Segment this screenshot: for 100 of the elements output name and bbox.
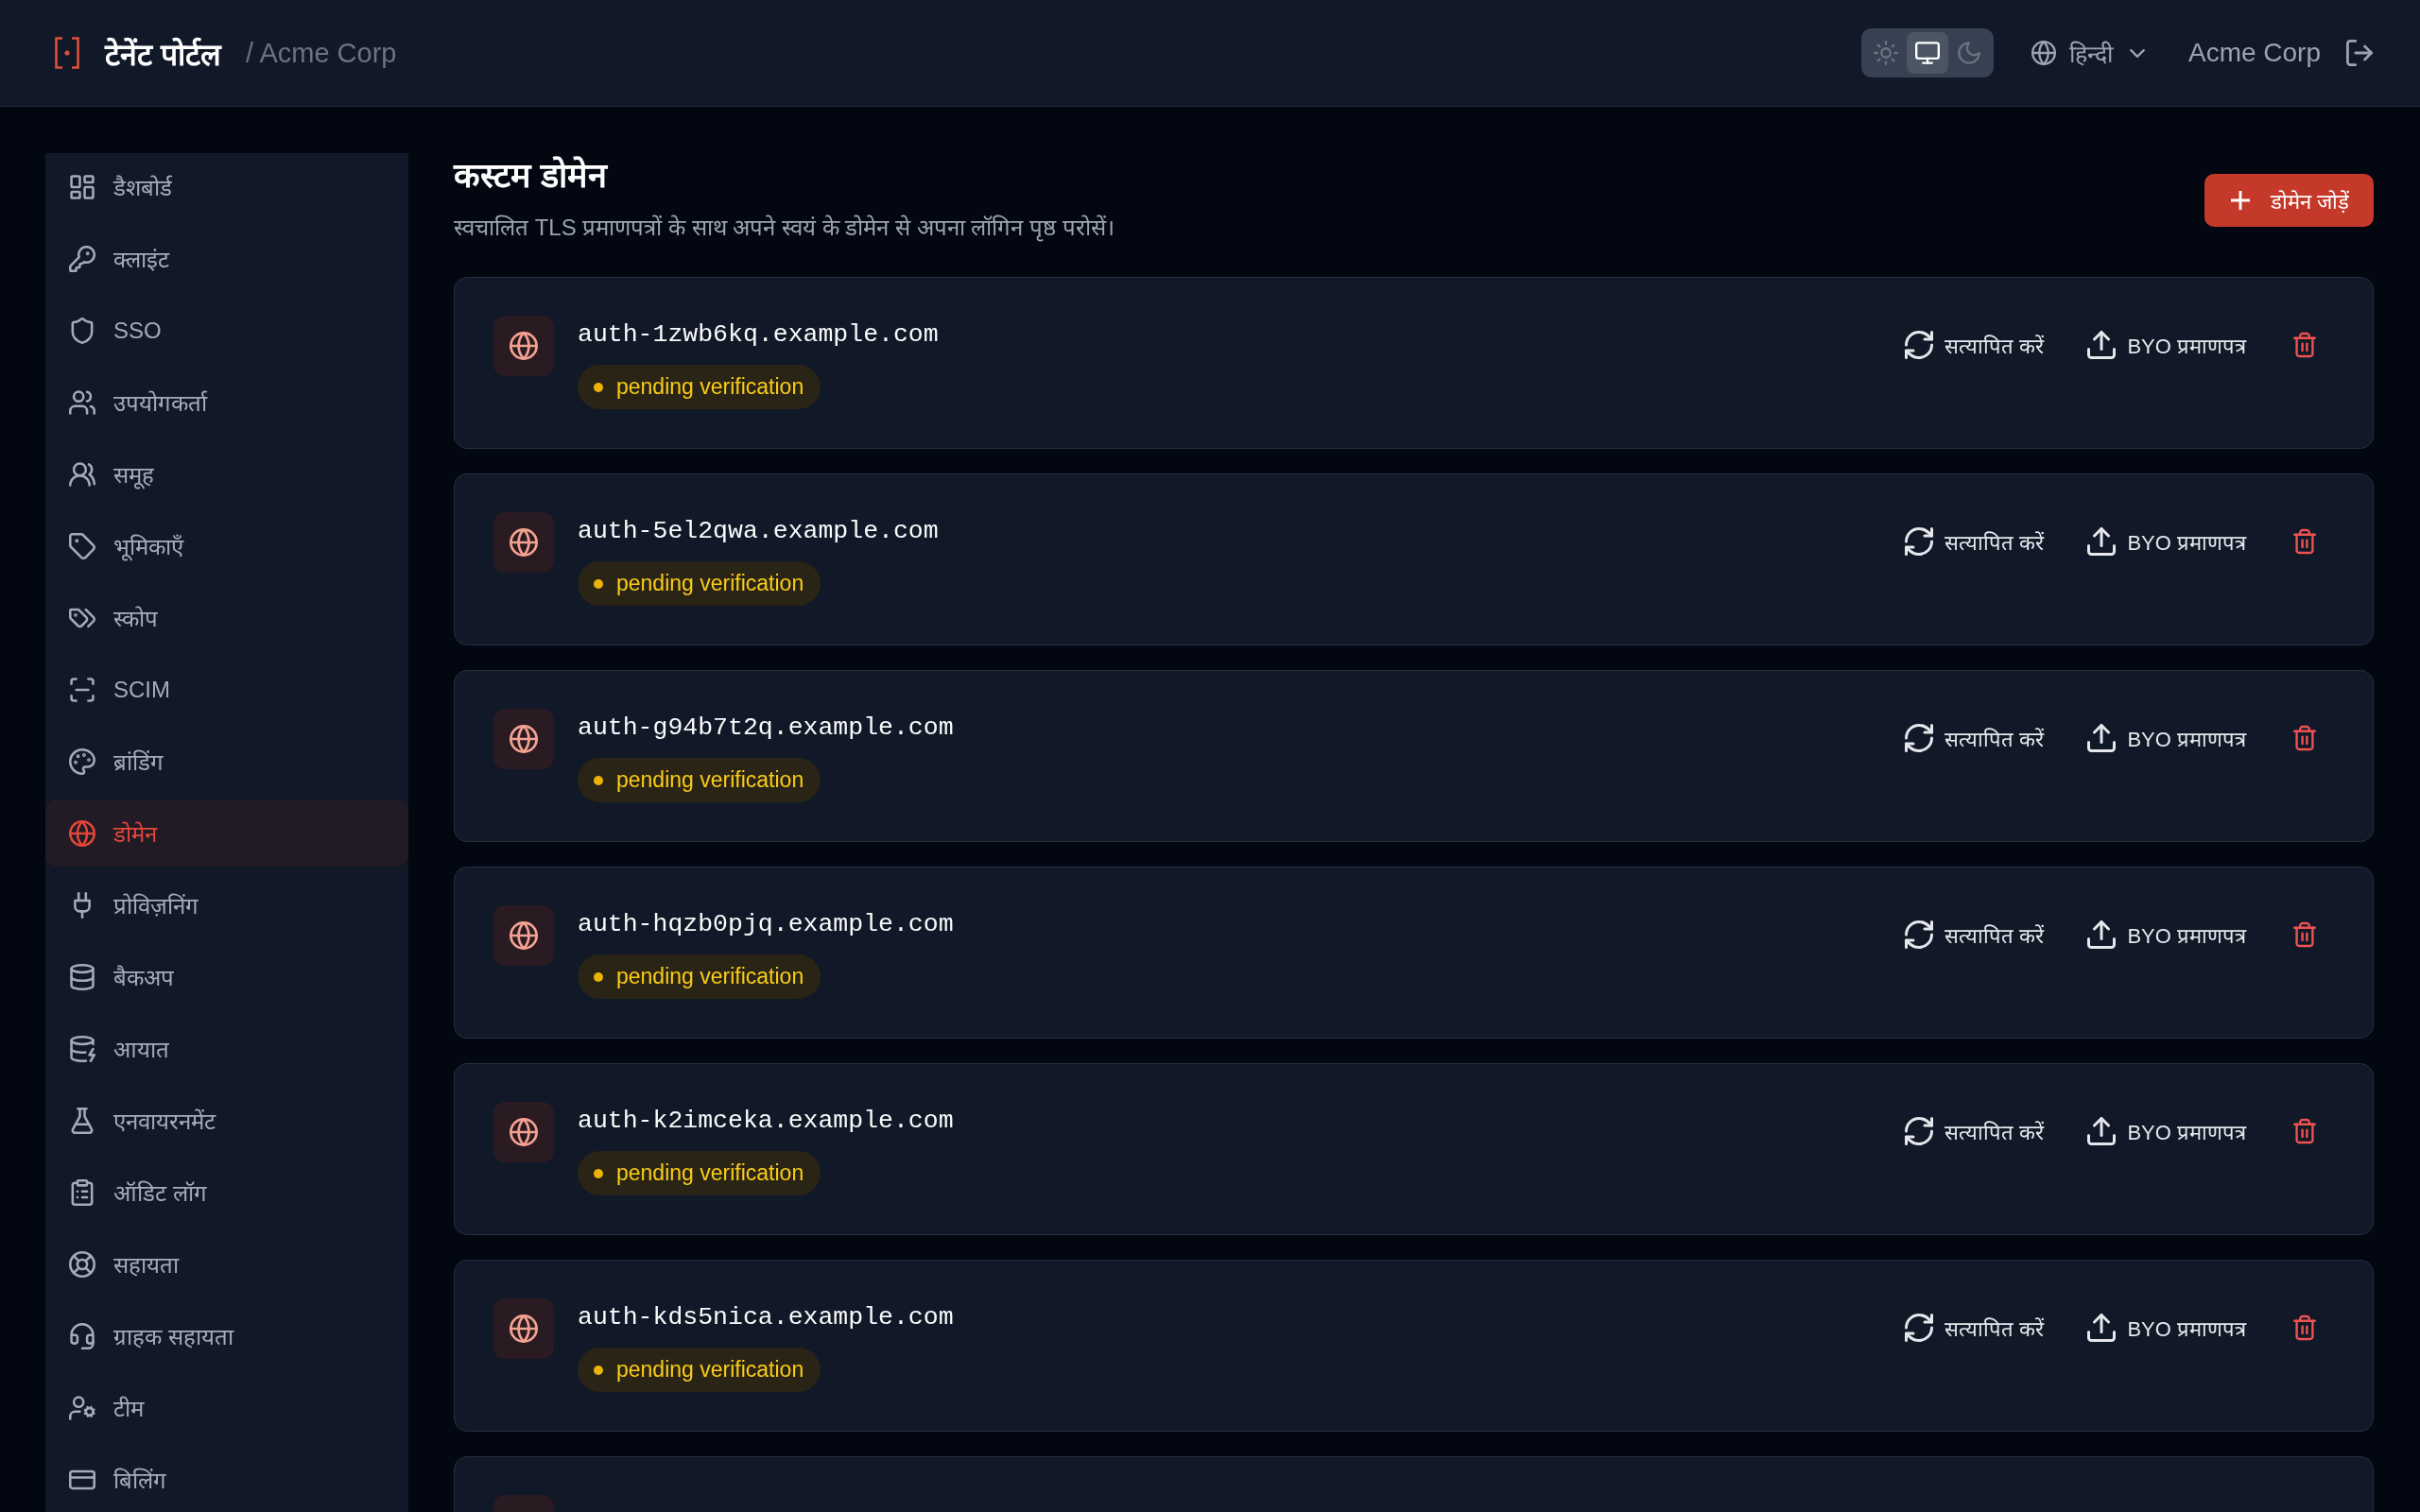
- scan-icon: [69, 676, 95, 703]
- refresh-icon: [1905, 527, 1934, 556]
- flask-icon: [69, 1107, 95, 1134]
- trash-icon: [2293, 1118, 2316, 1144]
- trash-icon: [2293, 1314, 2316, 1341]
- key-icon: [69, 245, 95, 272]
- verify-button[interactable]: सत्यापित करें: [1890, 905, 2060, 964]
- domain-name: auth-hqzb0pjq.example.com: [578, 909, 954, 940]
- sidebar-item[interactable]: एनवायरनमेंट: [45, 1087, 408, 1154]
- language-select[interactable]: हिन्दी: [2031, 37, 2145, 69]
- sidebar-item[interactable]: बैकअप: [45, 943, 408, 1010]
- sidebar-item[interactable]: डोमेन: [45, 799, 408, 867]
- sidebar-item[interactable]: सहायता: [45, 1230, 408, 1297]
- bracket-logo-icon: [54, 37, 80, 69]
- globe-icon: [493, 1102, 554, 1162]
- verify-button[interactable]: सत्यापित करें: [1890, 316, 2060, 374]
- status-dot-icon: [594, 775, 603, 785]
- sidebar-item[interactable]: ब्रांडिंग: [45, 728, 408, 795]
- refresh-icon: [1905, 331, 1934, 359]
- headset-icon: [69, 1322, 95, 1349]
- globe-icon: [493, 1298, 554, 1359]
- theme-option[interactable]: [1906, 32, 1948, 74]
- users-icon: [69, 460, 95, 488]
- sidebar-item[interactable]: क्लाइंट: [45, 225, 408, 292]
- upload-certificate-button[interactable]: BYO प्रमाणपत्र: [2072, 1102, 2261, 1160]
- upload-certificate-button[interactable]: BYO प्रमाणपत्र: [2072, 316, 2261, 374]
- sidebar-item[interactable]: स्कोप: [45, 584, 408, 651]
- sidebar-item[interactable]: ऑडिट लॉग: [45, 1159, 408, 1226]
- sidebar-item[interactable]: टीम: [45, 1374, 408, 1441]
- moon-icon: [1956, 41, 1981, 65]
- upload-icon: [2087, 1314, 2117, 1342]
- domain-name: auth-k2imceka.example.com: [578, 1106, 954, 1137]
- trash-icon: [2293, 332, 2316, 358]
- tag-icon: [69, 532, 95, 559]
- users-icon: [69, 388, 95, 416]
- page-description: स्वचालित TLS प्रमाणपत्रों के साथ अपने स्वयं के डोमेन से अपना लॉगिन पृष्ठ परोसें।: [454, 214, 1115, 244]
- logout-button[interactable]: [2346, 40, 2373, 66]
- sidebar-item[interactable]: SSO: [45, 297, 408, 364]
- database-bolt-icon: [69, 1035, 95, 1062]
- sidebar-item[interactable]: उपयोगकर्ता: [45, 369, 408, 436]
- chevron-down-icon: [2129, 48, 2145, 58]
- domain-name: auth-kds5nica.example.com: [578, 1302, 954, 1333]
- domain-name: auth-g94b7t2q.example.com: [578, 713, 954, 744]
- trash-icon: [2293, 725, 2316, 751]
- upload-icon: [2087, 724, 2117, 752]
- upload-certificate-button[interactable]: BYO प्रमाणपत्र: [2072, 1298, 2261, 1357]
- shield-icon: [69, 317, 95, 344]
- refresh-icon: [1905, 724, 1934, 752]
- page-title: कस्टम डोमेन: [454, 155, 609, 197]
- globe-icon: [493, 709, 554, 769]
- add-domain-button[interactable]: डोमेन जोड़ें: [2204, 174, 2374, 227]
- user-gear-icon: [69, 1394, 95, 1421]
- trash-icon: [2293, 528, 2316, 555]
- status-text: pending verification: [616, 767, 804, 793]
- status-dot-icon: [594, 1168, 603, 1178]
- clipboard-icon: [69, 1178, 95, 1206]
- upload-icon: [2087, 920, 2117, 949]
- sidebar-item[interactable]: आयात: [45, 1015, 408, 1082]
- verify-button[interactable]: सत्यापित करें: [1890, 709, 2060, 767]
- breadcrumb: / Acme Corp: [245, 37, 397, 69]
- status-dot-icon: [594, 382, 603, 392]
- upload-icon: [2087, 331, 2117, 359]
- monitor-icon: [1914, 41, 1940, 65]
- database-icon: [69, 963, 95, 990]
- logout-icon: [2346, 40, 2373, 66]
- account-name: Acme Corp: [2187, 38, 2321, 68]
- refresh-icon: [1905, 1314, 1934, 1342]
- sidebar-item[interactable]: ग्राहक सहायता: [45, 1302, 408, 1369]
- globe-icon: [493, 905, 554, 966]
- plus-icon: [2230, 191, 2250, 210]
- upload-icon: [2087, 527, 2117, 556]
- verify-button[interactable]: सत्यापित करें: [1890, 1298, 2060, 1357]
- sidebar-item[interactable]: डैशबोर्ड: [45, 153, 408, 220]
- status-text: pending verification: [616, 964, 804, 989]
- refresh-icon: [1905, 920, 1934, 949]
- status-dot-icon: [594, 1365, 603, 1375]
- status-text: pending verification: [616, 374, 804, 400]
- globe-icon: [493, 316, 554, 376]
- sidebar-item[interactable]: बिलिंग: [45, 1446, 408, 1512]
- status-text: pending verification: [616, 1357, 804, 1383]
- domain-name: auth-5el2qwa.example.com: [578, 516, 939, 547]
- sidebar-item[interactable]: प्रोविज़निंग: [45, 871, 408, 938]
- globe-icon: [493, 512, 554, 573]
- verify-button[interactable]: सत्यापित करें: [1890, 512, 2060, 571]
- upload-certificate-button[interactable]: BYO प्रमाणपत्र: [2072, 709, 2261, 767]
- status-dot-icon: [594, 971, 603, 982]
- sidebar-item[interactable]: SCIM: [45, 656, 408, 723]
- sidebar-item[interactable]: समूह: [45, 440, 408, 507]
- verify-button[interactable]: सत्यापित करें: [1890, 1102, 2060, 1160]
- sidebar-item[interactable]: भूमिकाएँ: [45, 512, 408, 579]
- grid-icon: [69, 173, 95, 200]
- globe-icon: [2031, 41, 2056, 65]
- upload-certificate-button[interactable]: BYO प्रमाणपत्र: [2072, 905, 2261, 964]
- upload-certificate-button[interactable]: BYO प्रमाणपत्र: [2072, 512, 2261, 571]
- status-dot-icon: [594, 578, 603, 589]
- lifebuoy-icon: [69, 1250, 95, 1278]
- palette-icon: [69, 747, 95, 775]
- refresh-icon: [1905, 1117, 1934, 1145]
- sun-icon: [1873, 41, 1898, 65]
- status-text: pending verification: [616, 571, 804, 596]
